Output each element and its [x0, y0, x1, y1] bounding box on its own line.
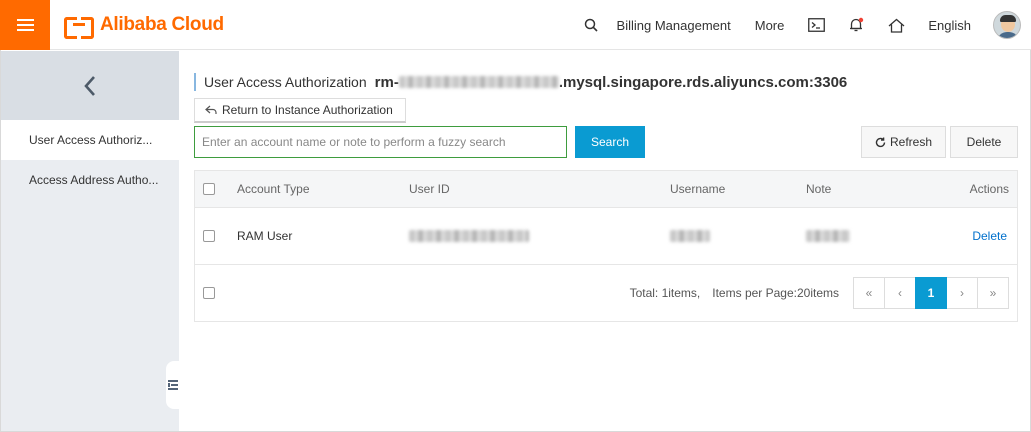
table-footer: Total: 1items, Items per Page:20items « … — [195, 265, 1017, 321]
bell-icon[interactable] — [846, 15, 866, 35]
refresh-button[interactable]: Refresh — [861, 126, 946, 158]
menu-line — [16, 29, 34, 31]
language-selector[interactable]: English — [928, 18, 971, 33]
collapse-sidebar-handle[interactable] — [166, 361, 180, 409]
row-delete-link[interactable]: Delete — [972, 229, 1007, 243]
refresh-icon — [875, 137, 886, 147]
redacted-username — [670, 230, 710, 242]
first-page-button[interactable]: « — [853, 277, 885, 309]
pagination: « ‹ 1 › » — [853, 277, 1009, 309]
brand-name: Alibaba Cloud — [100, 14, 224, 35]
page-1-button[interactable]: 1 — [915, 277, 947, 309]
alibaba-cloud-logo-icon — [64, 17, 94, 39]
total-count: Total: 1items, — [629, 286, 701, 300]
return-button-label: Return to Instance Authorization — [222, 103, 393, 117]
top-nav: Billing Management More English — [581, 0, 1031, 50]
column-header-username[interactable]: Username — [670, 171, 725, 207]
hamburger-menu-button[interactable] — [0, 0, 50, 50]
column-header-user-id[interactable]: User ID — [409, 171, 450, 207]
pagination-summary: Total: 1items, Items per Page:20items — [630, 265, 839, 321]
home-icon[interactable] — [886, 15, 906, 35]
instance-prefix: rm- — [374, 73, 399, 91]
logo[interactable]: Alibaba Cloud — [64, 14, 224, 39]
next-page-button[interactable]: › — [946, 277, 978, 309]
page-title: User Access Authorization rm- .mysql.sin… — [194, 73, 847, 91]
menu-line — [16, 24, 34, 26]
billing-management-link[interactable]: Billing Management — [617, 18, 731, 33]
redacted-note — [806, 230, 850, 242]
authorization-table: Account Type User ID Username Note Actio… — [194, 170, 1018, 322]
sidebar: User Access Authoriz... Access Address A… — [1, 51, 180, 431]
main-content: User Access Authorization rm- .mysql.sin… — [179, 51, 1030, 431]
search-icon[interactable] — [581, 15, 601, 35]
last-page-button[interactable]: » — [977, 277, 1009, 309]
more-menu[interactable]: More — [755, 18, 785, 33]
search-input[interactable] — [194, 126, 567, 158]
search-button[interactable]: Search — [575, 126, 645, 158]
delete-button[interactable]: Delete — [950, 126, 1018, 158]
instance-suffix: .mysql.singapore.rds.aliyuncs.com:3306 — [558, 73, 848, 91]
refresh-button-label: Refresh — [889, 135, 933, 149]
table-header: Account Type User ID Username Note Actio… — [195, 171, 1017, 208]
column-header-actions: Actions — [969, 182, 1009, 196]
column-header-note[interactable]: Note — [806, 171, 831, 207]
user-avatar[interactable] — [993, 11, 1021, 39]
return-arrow-icon — [205, 105, 217, 114]
column-header-account-type[interactable]: Account Type — [237, 171, 310, 207]
table-row: RAM User Delete — [195, 208, 1017, 265]
select-all-checkbox[interactable] — [203, 183, 215, 195]
chevron-left-icon — [84, 75, 95, 96]
back-button[interactable] — [1, 51, 179, 120]
terminal-icon[interactable] — [806, 15, 826, 35]
account-type-cell: RAM User — [237, 229, 293, 243]
menu-line — [16, 19, 34, 21]
row-checkbox[interactable] — [203, 230, 215, 242]
redacted-instance-id — [398, 76, 559, 88]
instance-endpoint: rm- .mysql.singapore.rds.aliyuncs.com:33… — [375, 74, 848, 91]
return-to-instance-authorization-button[interactable]: Return to Instance Authorization — [194, 98, 406, 122]
collapse-list-icon — [168, 380, 178, 390]
items-per-page: Items per Page:20items — [712, 286, 839, 300]
footer-select-all-checkbox[interactable] — [203, 287, 215, 299]
sidebar-item-user-access-authorization[interactable]: User Access Authoriz... — [1, 120, 179, 160]
page-title-label: User Access Authorization — [204, 74, 367, 90]
redacted-user-id — [409, 230, 529, 242]
sidebar-item-access-address-authorization[interactable]: Access Address Autho... — [1, 160, 179, 200]
divider — [194, 122, 406, 123]
prev-page-button[interactable]: ‹ — [884, 277, 916, 309]
top-bar: Alibaba Cloud Billing Management More En… — [0, 0, 1031, 50]
